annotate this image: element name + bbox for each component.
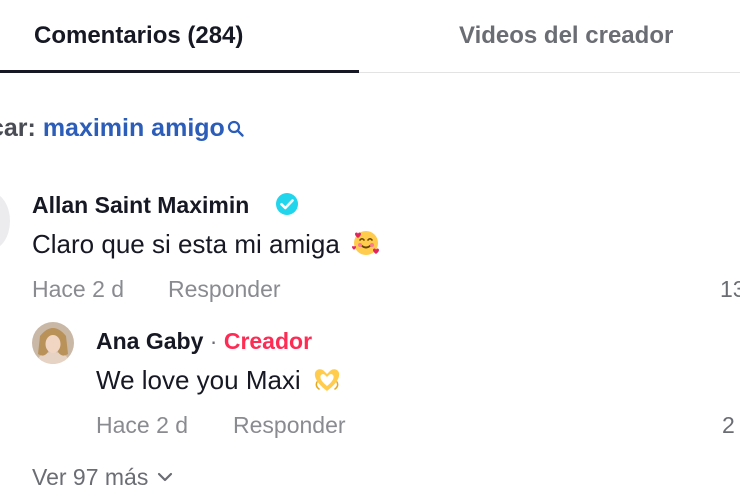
smiling-face-with-hearts-icon: [351, 228, 381, 258]
tab-comments[interactable]: Comentarios (284): [34, 22, 243, 50]
avatar[interactable]: [32, 322, 74, 364]
reply-author[interactable]: Ana Gaby: [96, 328, 203, 354]
reply-text-content: We love you Maxi: [96, 365, 301, 395]
search-term-link[interactable]: maximin amigo: [43, 114, 225, 142]
reply-button[interactable]: Responder: [168, 276, 281, 303]
comment-text: Claro que si esta mi amiga: [32, 228, 381, 260]
separator-dot: ·: [203, 328, 224, 354]
tab-bar: Comentarios (284) Videos del creador: [0, 0, 740, 73]
reply-timestamp: Hace 2 d: [96, 412, 189, 438]
search-label: car:: [0, 114, 36, 142]
view-more-label: Ver 97 más: [32, 464, 149, 490]
active-tab-indicator: [0, 70, 359, 73]
avatar[interactable]: [0, 192, 10, 250]
like-count[interactable]: 2: [722, 412, 735, 439]
tab-creator-videos[interactable]: Videos del creador: [459, 22, 673, 50]
heart-hands-icon: [312, 364, 342, 394]
view-more-replies-button[interactable]: Ver 97 más: [32, 462, 174, 491]
reply-author-line: Ana Gaby · Creador: [96, 328, 312, 355]
like-count[interactable]: 13: [720, 276, 740, 303]
related-search[interactable]: car: maximin amigo: [0, 114, 245, 143]
reply-text: We love you Maxi: [96, 364, 342, 396]
creator-badge: Creador: [223, 328, 313, 354]
comment-author[interactable]: Allan Saint Maximin: [32, 192, 249, 219]
verified-check-icon: [275, 192, 299, 216]
chevron-down-icon: [156, 462, 174, 482]
comment-text-content: Claro que si esta mi amiga: [32, 229, 340, 259]
comment-timestamp: Hace 2 d: [32, 276, 125, 302]
reply-button[interactable]: Responder: [233, 412, 346, 439]
search-icon[interactable]: [227, 116, 245, 137]
